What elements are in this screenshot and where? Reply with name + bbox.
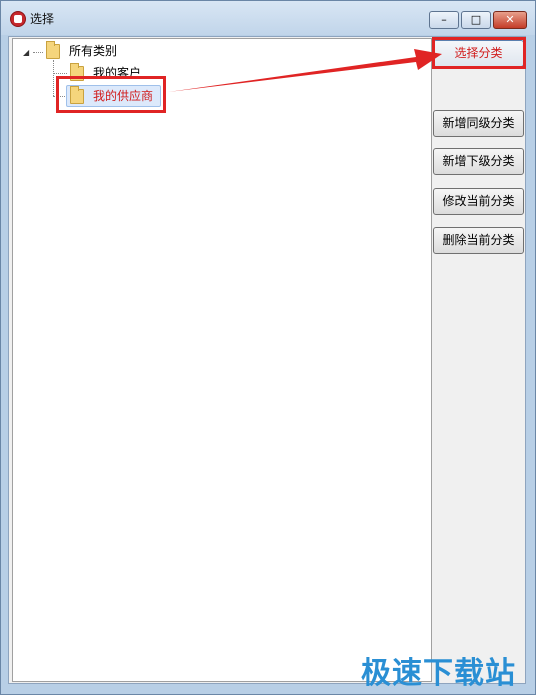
arrow-shape <box>168 49 442 92</box>
annotation-arrow-icon <box>168 49 442 92</box>
watermark-text: 极速下载站 <box>361 656 516 691</box>
